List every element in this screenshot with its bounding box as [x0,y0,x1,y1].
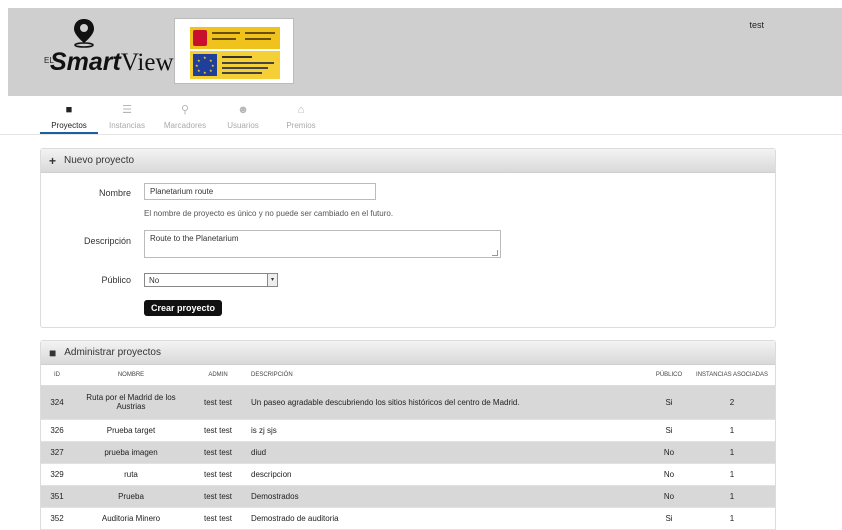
manage-projects-title: Administrar proyectos [64,346,161,358]
tab-marcadores[interactable]: ⚲ Marcadores [156,100,214,134]
public-label: Público [101,275,131,285]
folder-icon: ■ [49,345,57,360]
col-admin[interactable]: ADMIN [189,365,247,386]
table-row[interactable]: 329 ruta test test descripcion No 1 [41,463,775,486]
name-help-text: El nombre de proyecto es único y no pued… [144,209,394,218]
eu-flag-logo: ★ ★ ★ ★ ★ ★ ★ ★ [190,51,280,79]
users-icon: ☻ [237,104,249,116]
public-select[interactable]: No ▾ [144,273,278,287]
table-header-row: ID NOMBRE ADMIN DESCRIPCIÓN PÚBLICO INST… [41,365,775,386]
new-project-panel: + Nuevo proyecto Nombre Planetarium rout… [40,148,776,328]
tab-divider [0,134,842,135]
brand-name: SmartView [50,48,174,76]
table-row[interactable]: 324 Ruta por el Madrid de los Austrias t… [41,385,775,420]
new-project-title: Nuevo proyecto [64,154,135,166]
col-descripcion[interactable]: DESCRIPCIÓN [247,365,649,386]
description-textarea[interactable]: Route to the Planetarium [144,230,501,258]
name-label: Nombre [98,188,131,198]
funding-logos: ★ ★ ★ ★ ★ ★ ★ ★ [174,18,294,84]
main-tabs: ■ Proyectos ☰ Instancias ⚲ Marcadores ☻ … [40,100,330,134]
app-header: EL SmartView ★ ★ ★ ★ ★ ★ ★ ★ test [8,8,842,96]
map-marker-icon: ⚲ [180,104,190,116]
manage-projects-header[interactable]: ■ Administrar proyectos [41,341,775,365]
col-nombre[interactable]: NOMBRE [73,365,189,386]
table-row[interactable]: 352 Auditoria Minero test test Demostrad… [41,507,775,530]
name-input[interactable]: Planetarium route [144,183,376,200]
new-project-header[interactable]: + Nuevo proyecto [41,149,775,173]
plus-icon: + [49,153,57,168]
government-logo [190,27,280,49]
resize-handle-icon[interactable] [492,250,498,256]
eu-flag-icon: ★ ★ ★ ★ ★ ★ ★ ★ [193,54,217,76]
user-menu[interactable]: test [749,20,764,30]
tab-usuarios[interactable]: ☻ Usuarios [214,100,272,134]
gift-icon: ⌂ [297,104,305,116]
table-row[interactable]: 326 Prueba target test test is zj sjs Si… [41,419,775,442]
tab-proyectos[interactable]: ■ Proyectos [40,100,98,134]
tab-premios[interactable]: ⌂ Premios [272,100,330,134]
map-pin-logo-icon [74,19,94,48]
description-label: Descripción [83,236,131,246]
table-row[interactable]: 327 prueba imagen test test diud No 1 [41,441,775,464]
col-id[interactable]: ID [41,365,73,386]
smartview-logo[interactable]: EL SmartView [38,18,178,84]
folder-icon: ■ [65,104,73,116]
create-project-button[interactable]: Crear proyecto [144,300,223,316]
dropdown-arrow-icon: ▾ [267,274,277,286]
col-publico[interactable]: PÚBLICO [649,365,689,386]
list-icon: ☰ [122,104,132,116]
tab-instancias[interactable]: ☰ Instancias [98,100,156,134]
manage-projects-panel: ■ Administrar proyectos ID NOMBRE ADMIN … [40,340,776,530]
col-instancias[interactable]: INSTANCIAS ASOCIADAS [689,365,775,386]
projects-table: ID NOMBRE ADMIN DESCRIPCIÓN PÚBLICO INST… [41,365,775,530]
table-row[interactable]: 351 Prueba test test Demostrados No 1 [41,485,775,508]
